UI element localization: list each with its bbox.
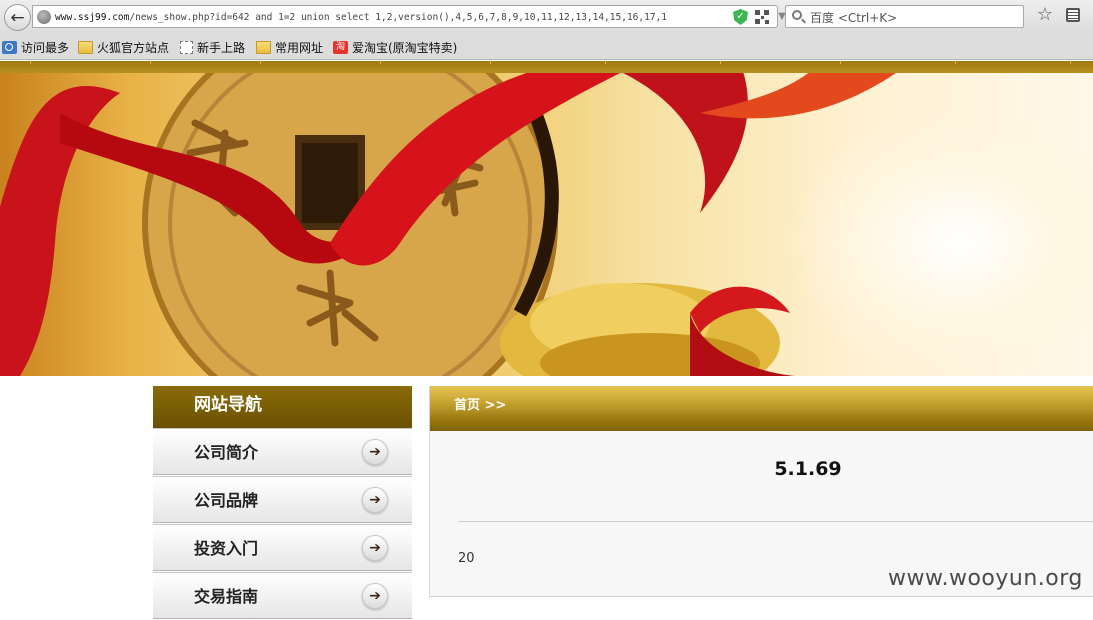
search-icon (792, 10, 802, 20)
folder-icon (256, 40, 271, 54)
search-placeholder: 百度 <Ctrl+K> (810, 11, 898, 25)
arrow-right-icon[interactable]: ➔ (362, 487, 388, 513)
nav-item-investment-basics[interactable]: 投资入门 ➔ (153, 524, 412, 571)
back-button[interactable]: ← (4, 4, 31, 31)
nav-item-label: 公司简介 (194, 443, 259, 462)
nav-item-trading-guide[interactable]: 交易指南 ➔ (153, 572, 412, 619)
article-body: 20 (458, 551, 475, 566)
hero-banner (0, 73, 1093, 376)
star-icon[interactable]: ☆ (1034, 4, 1056, 26)
banner-artwork (0, 73, 896, 376)
article-title: 5.1.69 (774, 458, 842, 480)
bookmark-firefox-site[interactable]: 火狐官方站点 (78, 38, 169, 56)
bookmark-label: 常用网址 (275, 40, 324, 55)
page-icon (180, 40, 193, 54)
bookmark-most-visited[interactable]: 访问最多 (2, 38, 69, 56)
bookmark-taobao[interactable]: 淘 爱淘宝(原淘宝特卖) (333, 38, 457, 56)
divider (458, 521, 1093, 522)
bookmarks-bar: 访问最多 火狐官方站点 新手上路 常用网址 淘 爱淘宝(原淘宝特卖) (0, 34, 1093, 60)
search-bar[interactable]: 百度 <Ctrl+K> (785, 5, 1024, 28)
nav-item-label: 投资入门 (194, 539, 259, 558)
nav-item-label: 公司品牌 (194, 491, 259, 510)
breadcrumb[interactable]: 首页 >> (454, 386, 506, 426)
address-bar[interactable]: www.ssj99.com/news_show.php?id=642 and 1… (32, 5, 806, 28)
globe-icon (37, 10, 51, 24)
watermark: www.wooyun.org (888, 566, 1083, 591)
bookmark-getting-started[interactable]: 新手上路 (180, 38, 245, 56)
taobao-icon: 淘 (333, 40, 348, 54)
header-strip (0, 61, 1093, 73)
shield-check-icon[interactable]: ✓ (733, 9, 748, 25)
bookmark-label: 访问最多 (21, 40, 70, 55)
back-arrow-icon: ← (10, 7, 25, 28)
url-path: /news_show.php?id=642 and 1=2 union sele… (129, 12, 667, 23)
url-text[interactable]: www.ssj99.com/news_show.php?id=642 and 1… (55, 10, 723, 25)
nav-title: 网站导航 (153, 386, 412, 428)
nav-item-company-intro[interactable]: 公司简介 ➔ (153, 428, 412, 475)
arrow-right-icon[interactable]: ➔ (362, 583, 388, 609)
browser-toolbar: ← www.ssj99.com/news_show.php?id=642 and… (0, 0, 1093, 34)
bookmark-label: 爱淘宝(原淘宝特卖) (352, 40, 458, 55)
search-icon (2, 40, 17, 54)
bookmark-label: 火狐官方站点 (97, 40, 170, 55)
news-panel-header: 首页 >> (430, 386, 1093, 431)
nav-item-label: 交易指南 (194, 587, 259, 606)
reader-icon[interactable] (1066, 8, 1080, 22)
folder-icon (78, 40, 93, 54)
site-navigation: 网站导航 公司简介 ➔ 公司品牌 ➔ 投资入门 ➔ 交易指南 ➔ (153, 386, 412, 619)
arrow-right-icon[interactable]: ➔ (362, 439, 388, 465)
bookmark-label: 新手上路 (197, 40, 246, 55)
nav-item-company-brand[interactable]: 公司品牌 ➔ (153, 476, 412, 523)
bookmark-common-sites[interactable]: 常用网址 (256, 38, 323, 56)
arrow-right-icon[interactable]: ➔ (362, 535, 388, 561)
url-host: www.ssj99.com (55, 12, 130, 23)
qr-code-icon[interactable] (755, 10, 769, 24)
